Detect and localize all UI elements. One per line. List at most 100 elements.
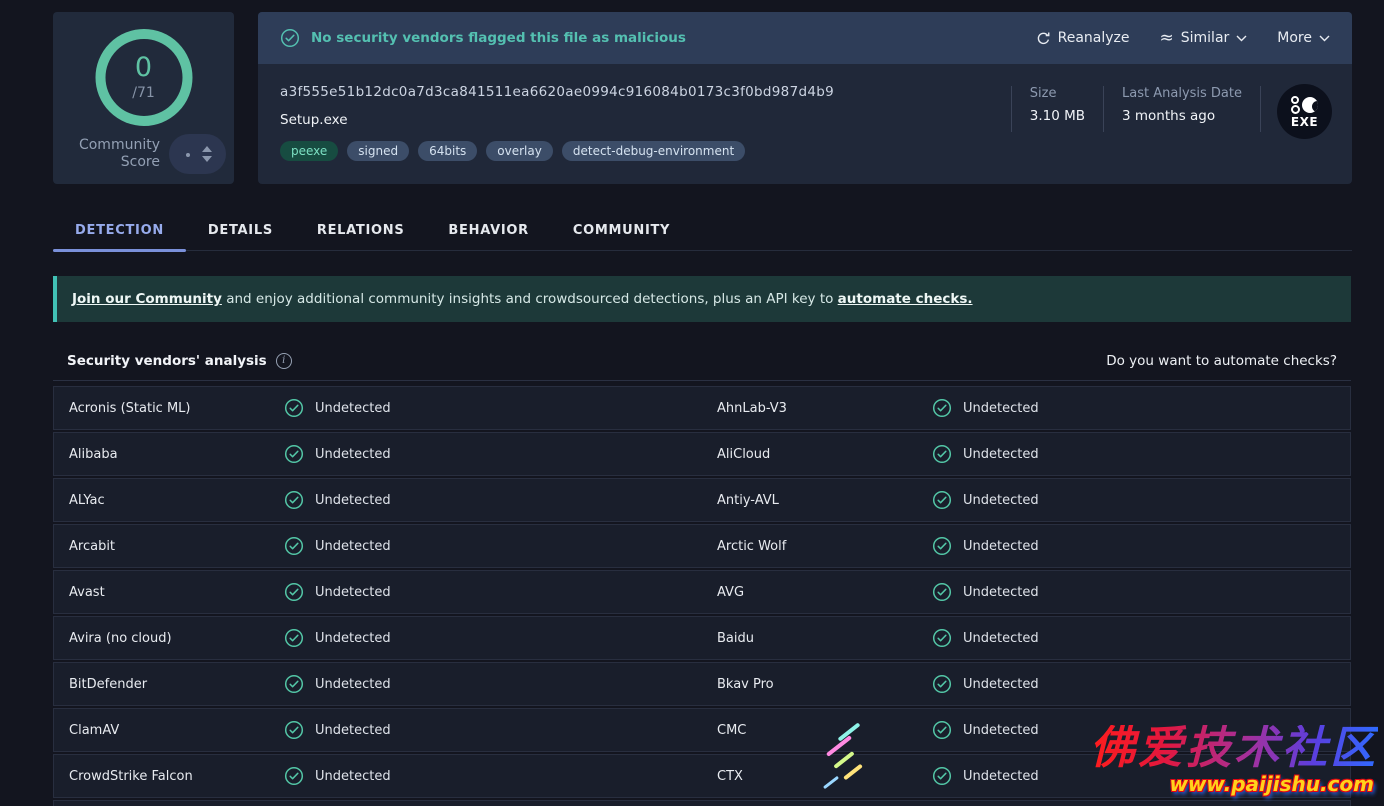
check-circle-icon [284, 766, 304, 786]
vendor-status: Undetected [932, 490, 1039, 510]
vendor-status: Undetected [284, 444, 391, 464]
vendor-name: Acronis (Static ML) [54, 401, 284, 416]
tab-relations[interactable]: RELATIONS [295, 213, 427, 250]
tag-overlay[interactable]: overlay [486, 141, 553, 161]
check-circle-icon [284, 720, 304, 740]
tag-peexe[interactable]: peexe [280, 141, 338, 161]
check-circle-icon [284, 674, 304, 694]
table-row: Acronis (Static ML) Undetected AhnLab-V3… [53, 386, 1351, 430]
vote-down-icon[interactable] [202, 156, 212, 162]
check-circle-icon [932, 766, 952, 786]
check-circle-icon [284, 444, 304, 464]
last-analysis-block: Last Analysis Date 3 months ago [1104, 84, 1260, 124]
vendor-name: ClamAV [54, 723, 284, 738]
vendor-name: BitDefender [54, 677, 284, 692]
vendor-status: Undetected [284, 720, 391, 740]
vendor-name: AVG [702, 585, 932, 600]
join-community-link[interactable]: Join our Community [72, 291, 222, 307]
refresh-icon [1036, 31, 1051, 46]
vendor-name: Avast [54, 585, 284, 600]
table-row: Arcabit Undetected Arctic Wolf Undetecte… [53, 524, 1351, 568]
table-row-partial [53, 800, 1351, 806]
automate-checks-link[interactable]: automate checks. [838, 291, 973, 307]
vendor-status: Undetected [932, 766, 1039, 786]
tab-behavior[interactable]: BEHAVIOR [426, 213, 550, 250]
file-summary-card: No security vendors flagged this file as… [258, 12, 1352, 184]
check-circle-icon [932, 444, 952, 464]
tab-details[interactable]: DETAILS [186, 213, 295, 250]
check-circle-icon [280, 28, 300, 48]
table-row: CrowdStrike Falcon Undetected CTX Undete… [53, 754, 1351, 798]
check-circle-icon [932, 398, 952, 418]
vote-up-icon[interactable] [202, 146, 212, 152]
vendor-status: Undetected [932, 674, 1039, 694]
verdict-banner: No security vendors flagged this file as… [258, 12, 1352, 64]
file-hash: a3f555e51b12dc0a7d3ca841511ea6620ae0994c… [280, 84, 1011, 100]
chevron-down-icon [1236, 35, 1247, 42]
score-footer: Community Score [79, 134, 226, 174]
vendor-name: ALYac [54, 493, 284, 508]
last-analysis-value: 3 months ago [1122, 108, 1242, 124]
report-tabs: DETECTION DETAILS RELATIONS BEHAVIOR COM… [53, 213, 1352, 251]
tag-signed[interactable]: signed [347, 141, 409, 161]
vendor-status: Undetected [284, 582, 391, 602]
vendor-status: Undetected [284, 766, 391, 786]
community-banner-text: and enjoy additional community insights … [222, 291, 838, 307]
file-details: a3f555e51b12dc0a7d3ca841511ea6620ae0994c… [258, 64, 1352, 184]
reanalyze-button[interactable]: Reanalyze [1036, 30, 1130, 46]
community-vote-widget[interactable] [169, 134, 226, 174]
size-value: 3.10 MB [1030, 108, 1085, 124]
check-circle-icon [284, 490, 304, 510]
vendor-name: Baidu [702, 631, 932, 646]
check-circle-icon [284, 536, 304, 556]
virustotal-file-report-page: 0 /71 Community Score [0, 0, 1384, 806]
file-size-block: Size 3.10 MB [1012, 84, 1103, 124]
filetype-label: EXE [1291, 116, 1318, 128]
vendor-status: Undetected [284, 674, 391, 694]
detection-score-ring: 0 /71 [95, 29, 192, 126]
check-circle-icon [932, 674, 952, 694]
check-circle-icon [932, 490, 952, 510]
tag-64bits[interactable]: 64bits [418, 141, 477, 161]
automate-checks-prompt[interactable]: Do you want to automate checks? [1106, 353, 1337, 369]
vote-dot-icon [186, 153, 190, 157]
check-circle-icon [932, 720, 952, 740]
tab-community[interactable]: COMMUNITY [551, 213, 692, 250]
check-circle-icon [284, 398, 304, 418]
vendor-name: AhnLab-V3 [702, 401, 932, 416]
tab-detection[interactable]: DETECTION [53, 213, 186, 250]
vendor-name: CMC [702, 723, 932, 738]
vendor-status: Undetected [932, 398, 1039, 418]
similar-button[interactable]: ≈ Similar [1160, 30, 1248, 47]
vendors-analysis-title: Security vendors' analysis [67, 353, 267, 369]
check-circle-icon [932, 536, 952, 556]
table-row: BitDefender Undetected Bkav Pro Undetect… [53, 662, 1351, 706]
tag-detect-debug-environment[interactable]: detect-debug-environment [562, 141, 745, 161]
vendor-name: Arcabit [54, 539, 284, 554]
vendor-status: Undetected [284, 536, 391, 556]
check-circle-icon [932, 628, 952, 648]
vendor-name: Bkav Pro [702, 677, 932, 692]
vendor-status: Undetected [284, 490, 391, 510]
vendor-name: CrowdStrike Falcon [54, 769, 284, 784]
chevron-down-icon [1319, 35, 1330, 42]
vendor-status: Undetected [932, 444, 1039, 464]
more-button[interactable]: More [1277, 30, 1330, 46]
gear-icon [1291, 96, 1318, 114]
community-score-label: Community Score [79, 137, 160, 172]
vendor-status: Undetected [932, 536, 1039, 556]
filetype-exe-badge: EXE [1277, 84, 1332, 139]
vendor-name: CTX [702, 769, 932, 784]
check-circle-icon [284, 582, 304, 602]
vendor-name: Alibaba [54, 447, 284, 462]
file-tags: peexe signed 64bits overlay detect-debug… [280, 141, 1011, 161]
detection-score-value: 0 [135, 54, 152, 81]
vendor-status: Undetected [932, 720, 1039, 740]
vendor-status: Undetected [284, 398, 391, 418]
size-label: Size [1030, 86, 1085, 101]
divider [1260, 86, 1261, 132]
table-row: Alibaba Undetected AliCloud Undetected [53, 432, 1351, 476]
file-name: Setup.exe [280, 112, 1011, 128]
info-icon[interactable]: i [276, 353, 292, 369]
join-community-banner: Join our Community and enjoy additional … [53, 276, 1351, 322]
